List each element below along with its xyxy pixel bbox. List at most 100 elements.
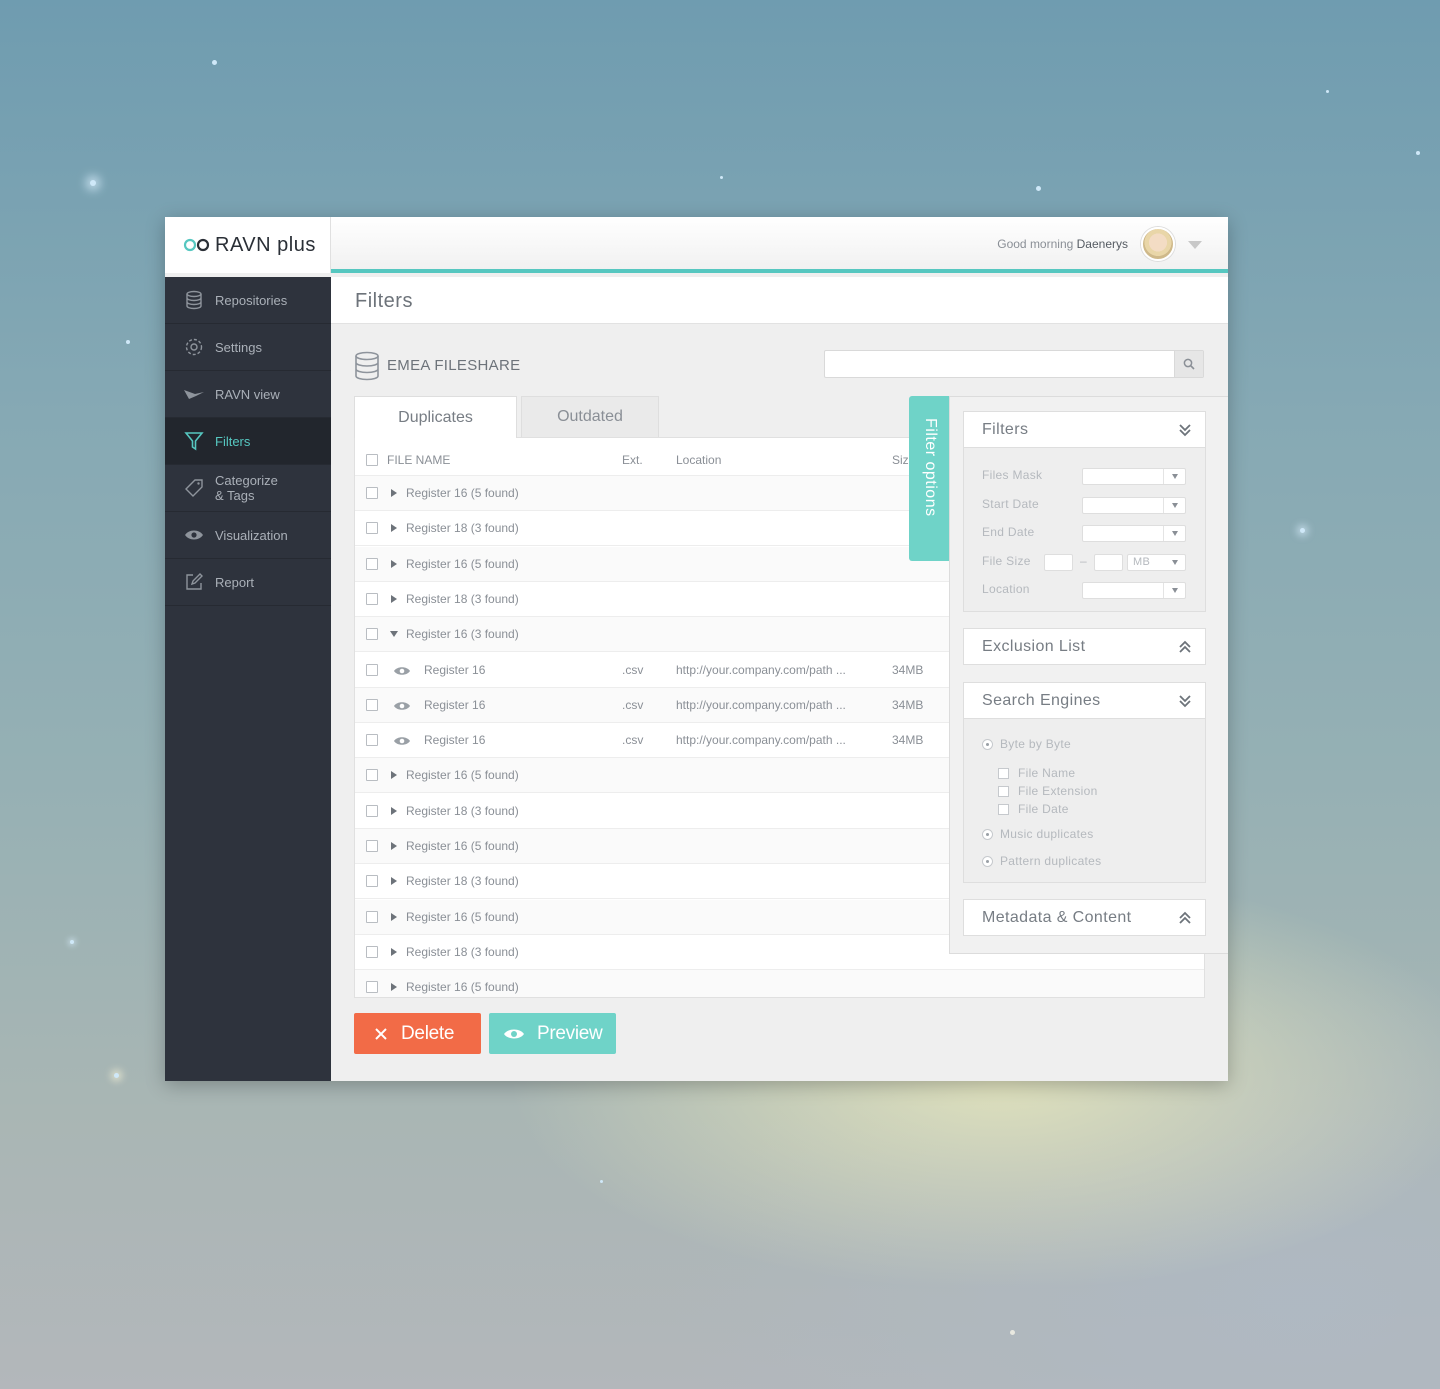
preview-eye-icon[interactable]	[393, 735, 411, 747]
row-checkbox[interactable]	[366, 805, 378, 817]
group-name: Register 18 (3 found)	[406, 592, 519, 606]
file-size-label: File Size	[982, 554, 1031, 568]
expand-right-icon[interactable]	[391, 877, 397, 885]
start-date-select[interactable]	[1082, 497, 1186, 514]
group-name: Register 16 (5 found)	[406, 910, 519, 924]
sidebar-item-label: Visualization	[215, 527, 288, 543]
row-checkbox[interactable]	[366, 522, 378, 534]
preview-button-label: Preview	[537, 1022, 603, 1044]
sidebar-item-ravn-view[interactable]: RAVN view	[165, 371, 331, 418]
exclusion-list-section-header[interactable]: Exclusion List	[963, 628, 1206, 665]
row-checkbox[interactable]	[366, 628, 378, 640]
file-name-checkbox[interactable]	[998, 768, 1009, 779]
column-header-location[interactable]: Location	[676, 453, 721, 467]
files-mask-select[interactable]	[1082, 468, 1186, 485]
dropdown-arrow-icon	[1172, 560, 1178, 565]
gear-icon	[183, 336, 205, 358]
background-star	[70, 940, 74, 944]
filters-section-body: Files Mask Start Date End Date File Size…	[963, 448, 1206, 612]
byte-by-byte-radio[interactable]	[982, 739, 993, 750]
background-star	[90, 180, 96, 186]
row-checkbox[interactable]	[366, 487, 378, 499]
preview-eye-icon[interactable]	[393, 700, 411, 712]
music-duplicates-label: Music duplicates	[1000, 827, 1094, 841]
app-name: RAVN plus	[215, 233, 316, 256]
group-name: Register 16 (5 found)	[406, 486, 519, 500]
eye-icon	[504, 1029, 524, 1038]
row-checkbox[interactable]	[366, 840, 378, 852]
expand-right-icon[interactable]	[391, 913, 397, 921]
row-checkbox[interactable]	[366, 946, 378, 958]
expand-right-icon[interactable]	[391, 948, 397, 956]
row-checkbox[interactable]	[366, 981, 378, 993]
expand-right-icon[interactable]	[391, 560, 397, 568]
sidebar-item-categorize-tags[interactable]: Categorize & Tags	[165, 465, 331, 512]
column-header-size[interactable]: Siz	[892, 453, 909, 467]
preview-eye-icon[interactable]	[393, 665, 411, 677]
expand-right-icon[interactable]	[391, 807, 397, 815]
file-size-min-input[interactable]	[1044, 554, 1073, 571]
search-input[interactable]	[825, 351, 1175, 377]
byte-by-byte-label: Byte by Byte	[1000, 737, 1071, 751]
filter-options-toggle[interactable]: Filter options	[909, 396, 949, 561]
expand-right-icon[interactable]	[391, 489, 397, 497]
end-date-select[interactable]	[1082, 525, 1186, 542]
row-checkbox[interactable]	[366, 558, 378, 570]
row-checkbox[interactable]	[366, 664, 378, 676]
preview-button[interactable]: Preview	[489, 1013, 616, 1054]
tab-outdated[interactable]: Outdated	[521, 396, 659, 437]
sidebar-item-repositories[interactable]: Repositories	[165, 277, 331, 324]
pattern-duplicates-radio[interactable]	[982, 856, 993, 867]
row-checkbox[interactable]	[366, 593, 378, 605]
chevron-double-up-icon[interactable]	[1179, 640, 1191, 654]
file-location[interactable]: http://your.company.com/path ...	[676, 663, 846, 677]
file-location[interactable]: http://your.company.com/path ...	[676, 698, 846, 712]
expand-right-icon[interactable]	[391, 524, 397, 532]
row-checkbox[interactable]	[366, 734, 378, 746]
sidebar-item-visualization[interactable]: Visualization	[165, 512, 331, 559]
file-date-checkbox[interactable]	[998, 804, 1009, 815]
file-extension-checkbox[interactable]	[998, 786, 1009, 797]
sidebar-item-report[interactable]: Report	[165, 559, 331, 606]
user-menu-chevron-down-icon[interactable]	[1188, 241, 1202, 249]
location-select[interactable]	[1082, 582, 1186, 599]
background-star	[1010, 1330, 1015, 1335]
sidebar-item-settings[interactable]: Settings	[165, 324, 331, 371]
expand-right-icon[interactable]	[391, 983, 397, 991]
page-title: Filters	[355, 290, 413, 312]
column-header-file-name[interactable]: FILE NAME	[387, 453, 450, 467]
search-button[interactable]	[1174, 351, 1203, 377]
app-logo[interactable]: RAVN plus	[165, 217, 331, 273]
metadata-content-section-header[interactable]: Metadata & Content	[963, 899, 1206, 936]
search-engines-section-body: Byte by Byte File Name File Extension Fi…	[963, 719, 1206, 883]
delete-button[interactable]: Delete	[354, 1013, 481, 1054]
chevron-double-up-icon[interactable]	[1179, 911, 1191, 925]
expand-right-icon[interactable]	[391, 771, 397, 779]
expand-right-icon[interactable]	[391, 842, 397, 850]
file-size-unit-select[interactable]: MB	[1127, 554, 1186, 571]
search-engines-section-header[interactable]: Search Engines	[963, 682, 1206, 719]
expand-down-icon[interactable]	[390, 631, 398, 637]
row-checkbox[interactable]	[366, 911, 378, 923]
chevron-double-down-icon[interactable]	[1179, 694, 1191, 708]
start-date-label: Start Date	[982, 497, 1040, 511]
sidebar-item-label: Repositories	[215, 292, 288, 308]
expand-right-icon[interactable]	[391, 595, 397, 603]
column-header-ext[interactable]: Ext.	[622, 453, 643, 467]
tab-duplicates[interactable]: Duplicates	[354, 396, 517, 438]
avatar[interactable]	[1141, 227, 1175, 261]
table-group-row[interactable]: Register 16 (5 found)	[355, 970, 1204, 997]
dropdown-arrow-icon	[1163, 583, 1185, 598]
row-checkbox[interactable]	[366, 699, 378, 711]
row-checkbox[interactable]	[366, 769, 378, 781]
chevron-double-down-icon[interactable]	[1179, 423, 1191, 437]
sidebar-item-label: Report	[215, 574, 255, 590]
filters-section-header[interactable]: Filters	[963, 411, 1206, 448]
sidebar-item-filters[interactable]: Filters	[165, 418, 331, 465]
file-size-max-input[interactable]	[1094, 554, 1123, 571]
file-location[interactable]: http://your.company.com/path ...	[676, 733, 846, 747]
select-all-checkbox[interactable]	[366, 454, 378, 466]
row-checkbox[interactable]	[366, 875, 378, 887]
app-window: RAVN plus Good morning Daenerys Reposito…	[165, 217, 1228, 1081]
music-duplicates-radio[interactable]	[982, 829, 993, 840]
